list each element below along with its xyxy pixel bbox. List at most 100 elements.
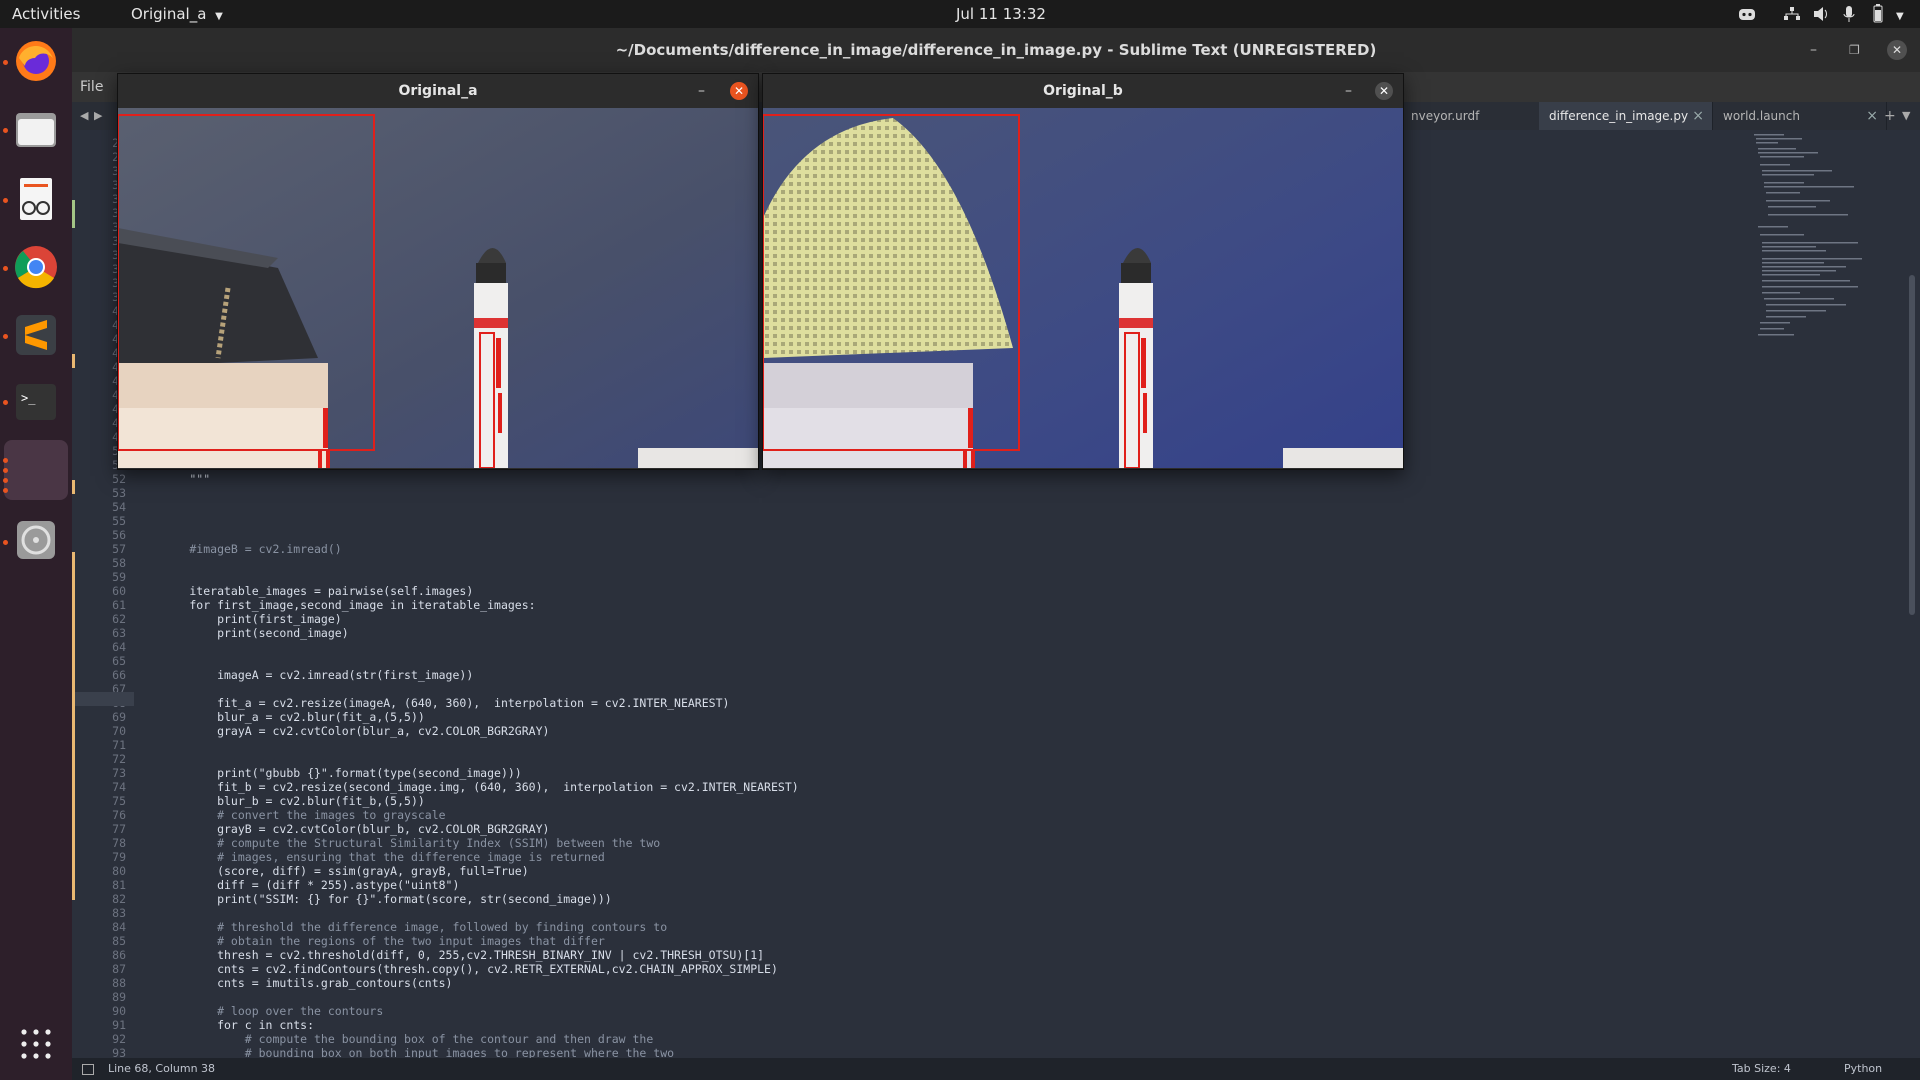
line-number: 57	[112, 542, 126, 556]
tab-size[interactable]: Tab Size: 4	[1732, 1058, 1791, 1080]
minimize-icon[interactable]: –	[1345, 74, 1352, 108]
minimap[interactable]	[1744, 130, 1920, 1060]
running-indicator	[3, 468, 8, 473]
tab-close-icon[interactable]: ×	[1866, 102, 1878, 130]
code-line: # convert the images to grayscale	[134, 808, 446, 822]
code-line: # threshold the difference image, follow…	[134, 920, 668, 934]
running-indicator	[3, 478, 8, 483]
running-indicator	[3, 198, 8, 203]
line-number: 89	[112, 990, 126, 1004]
line-number: 87	[112, 962, 126, 976]
minimize-icon[interactable]: –	[698, 74, 705, 108]
cursor-position[interactable]: Line 68, Column 38	[108, 1058, 215, 1080]
line-number: 66	[112, 668, 126, 682]
tab-nav-right-icon[interactable]: ▶	[94, 102, 102, 130]
code-line: (score, diff) = ssim(grayA, grayB, full=…	[134, 864, 529, 878]
app-menu[interactable]: Original_a ▼	[131, 0, 223, 28]
running-indicator	[3, 334, 8, 339]
line-number: 71	[112, 738, 126, 752]
image-window-original-a[interactable]: Original_a – ✕	[117, 73, 759, 470]
line-number: 58	[112, 556, 126, 570]
tab-world-launch[interactable]: world.launch ×	[1713, 102, 1887, 130]
running-indicator	[3, 60, 8, 65]
battery-icon[interactable]	[1870, 0, 1886, 28]
code-line: fit_b = cv2.resize(second_image.img, (64…	[134, 780, 799, 794]
app-menu-label: Original_a	[131, 5, 207, 23]
code-line: thresh = cv2.threshold(diff, 0, 255,cv2.…	[134, 948, 765, 962]
running-indicator	[3, 400, 8, 405]
code-line: blur_a = cv2.blur(fit_a,(5,5))	[134, 710, 425, 724]
terminal-icon[interactable]: >_	[6, 372, 66, 432]
disc-icon[interactable]	[6, 510, 66, 570]
menu-file[interactable]: File	[80, 72, 103, 102]
code-line: diff = (diff * 255).astype("uint8")	[134, 878, 460, 892]
current-line-gutter-highlight	[72, 692, 134, 706]
line-number: 60	[112, 584, 126, 598]
restore-icon[interactable]: ❐	[1849, 28, 1860, 72]
window-title: Original_a	[398, 83, 478, 99]
line-number: 54	[112, 500, 126, 514]
firefox-icon[interactable]	[6, 31, 66, 91]
code-line: cnts = imutils.grab_contours(cnts)	[134, 976, 453, 990]
close-icon[interactable]: ✕	[1887, 40, 1907, 60]
line-number: 73	[112, 766, 126, 780]
line-number: 81	[112, 878, 126, 892]
image-window-original-b[interactable]: Original_b – ✕	[762, 73, 1404, 470]
syntax-mode[interactable]: Python	[1844, 1058, 1882, 1080]
tab-nav-left-icon[interactable]: ◀	[80, 102, 88, 130]
line-number: 59	[112, 570, 126, 584]
new-tab-icon[interactable]: +	[1884, 102, 1896, 130]
show-apps-grid-icon[interactable]	[20, 1028, 52, 1064]
discord-tray-icon[interactable]	[1738, 0, 1756, 28]
dock: >_	[0, 28, 72, 1080]
running-indicator	[3, 128, 8, 133]
tab-close-icon[interactable]: ×	[1692, 102, 1704, 130]
network-icon[interactable]	[1783, 0, 1801, 28]
tab-difference-in-image[interactable]: difference_in_image.py ×	[1539, 102, 1713, 130]
active-window-slot[interactable]	[4, 440, 68, 500]
line-number: 74	[112, 780, 126, 794]
line-number: 63	[112, 626, 126, 640]
running-indicator	[3, 540, 8, 545]
line-number: 75	[112, 794, 126, 808]
code-line: # loop over the contours	[134, 1004, 384, 1018]
line-number: 56	[112, 528, 126, 542]
minimize-icon[interactable]: –	[1810, 28, 1817, 72]
git-gutter-mark	[72, 860, 75, 900]
line-number: 76	[112, 808, 126, 822]
line-number: 85	[112, 934, 126, 948]
running-indicator	[3, 458, 8, 463]
clock[interactable]: Jul 11 13:32	[956, 0, 1046, 28]
files-icon[interactable]	[6, 100, 66, 160]
chrome-icon[interactable]	[6, 237, 66, 297]
camera-image-b	[763, 108, 1403, 468]
system-menu-chevron-icon[interactable]: ▼	[1896, 0, 1904, 28]
git-gutter-mark	[72, 480, 75, 494]
line-number: 62	[112, 612, 126, 626]
line-number: 92	[112, 1032, 126, 1046]
line-number: 53	[112, 486, 126, 500]
line-number: 84	[112, 920, 126, 934]
code-line: grayB = cv2.cvtColor(blur_b, cv2.COLOR_B…	[134, 822, 550, 836]
close-icon[interactable]: ✕	[730, 82, 748, 100]
volume-icon[interactable]	[1812, 0, 1830, 28]
microphone-icon[interactable]	[1842, 0, 1856, 28]
git-gutter-mark	[72, 354, 75, 368]
line-number: 80	[112, 864, 126, 878]
code-line: print("gbubb {}".format(type(second_imag…	[134, 766, 522, 780]
line-number: 79	[112, 850, 126, 864]
close-icon[interactable]: ✕	[1375, 82, 1393, 100]
line-number: 61	[112, 598, 126, 612]
panel-toggle-icon[interactable]	[82, 1064, 94, 1075]
sublime-text-icon[interactable]	[6, 305, 66, 365]
document-viewer-icon[interactable]	[6, 169, 66, 229]
code-line: """	[134, 472, 211, 486]
scrollbar-thumb[interactable]	[1909, 275, 1915, 615]
status-bar: Line 68, Column 38 Tab Size: 4 Python	[72, 1058, 1920, 1080]
line-number: 72	[112, 752, 126, 766]
activities-button[interactable]: Activities	[12, 0, 80, 28]
svg-text:>_: >_	[21, 391, 36, 405]
tab-list-chevron-icon[interactable]: ▼	[1902, 102, 1910, 130]
running-indicator	[3, 266, 8, 271]
code-line: print("SSIM: {} for {}".format(score, st…	[134, 892, 612, 906]
